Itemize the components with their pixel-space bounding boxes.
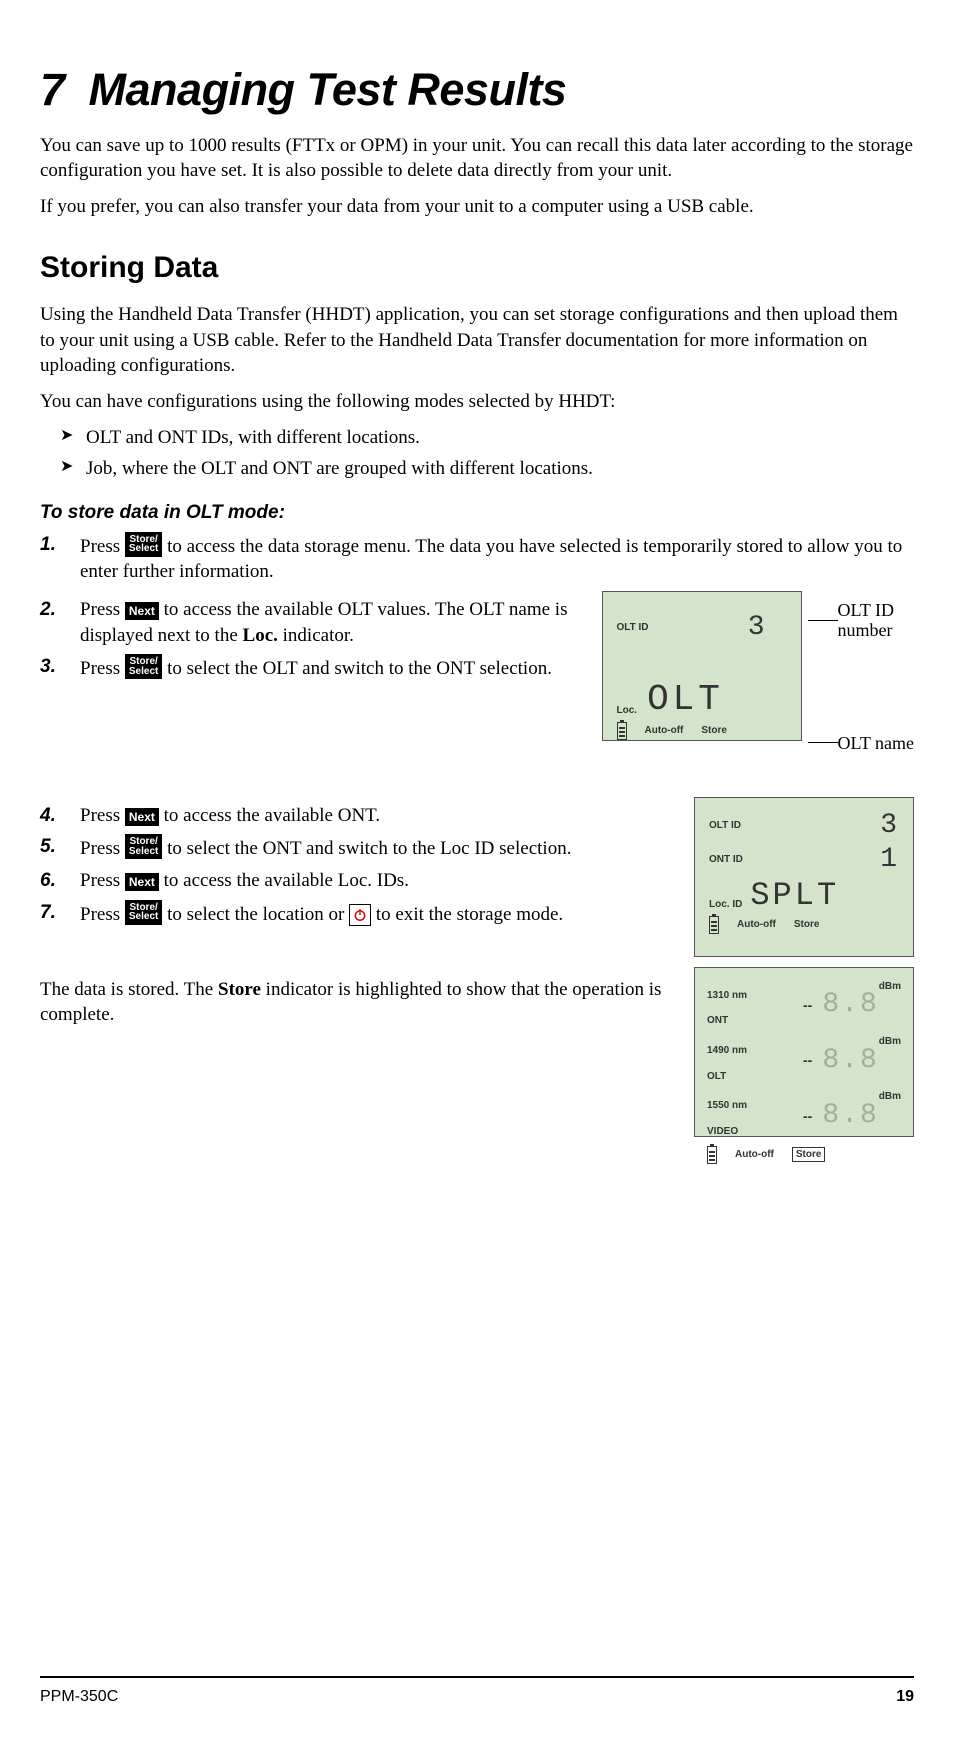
lcd-screen-3: 1310 nm ONT -- 8.8 dBm 1490 nm OLT -- 8.… [694,967,914,1137]
source: OLT [707,1071,726,1082]
battery-icon [707,1146,717,1164]
unit: dBm [879,1035,901,1049]
next-key: Next [125,602,159,620]
section-title: Storing Data [40,248,914,289]
display-value: 8.8 [822,1047,878,1075]
reading-dash: -- [803,1107,812,1126]
next-key: Next [125,808,159,826]
step-number: 7. [40,900,56,926]
next-key: Next [125,873,159,891]
wavelength: 1490 nm [707,1045,747,1056]
procedure-steps: 1. Press Store/Select to access the data… [40,532,914,957]
autooff-label: Auto-off [645,724,684,738]
display-value: 8.8 [822,1102,878,1130]
battery-icon [617,722,627,740]
procedure-title: To store data in OLT mode: [40,500,914,526]
chapter-title: 7 Managing Test Results [40,60,914,121]
callout-olt-name: OLT name [838,731,915,755]
store-label: Store [701,724,727,738]
olt-id-label: OLT ID [617,621,649,635]
step-text: Press Store/Select to select the ONT and… [80,838,571,859]
lcd-screen-2: OLT ID 3 ONT ID 1 Loc. ID SPLT Auto-off [694,797,914,957]
battery-icon [709,916,719,934]
mode-item: Job, where the OLT and ONT are grouped w… [60,456,914,482]
step-1: 1. Press Store/Select to access the data… [40,532,914,585]
step-text: Press Next to access the available ONT. [80,805,380,826]
intro-p1: You can save up to 1000 results (FTTx or… [40,133,914,184]
source: ONT [707,1015,728,1026]
lcd-screen-1: OLT ID 3 Loc. OLT Auto-off Store [602,591,802,741]
closing-paragraph: The data is stored. The Store indicator … [40,977,680,1028]
step-text: Press Store/Select to select the OLT and… [80,658,552,679]
chapter-number: 7 [40,64,65,115]
step-text: Press Next to access the available OLT v… [80,599,567,646]
store-select-key: Store/Select [125,654,162,679]
step-text: Press Store/Select to access the data st… [80,536,902,583]
wavelength: 1310 nm [707,990,747,1001]
spacer [40,761,914,791]
step-number: 2. [40,597,56,623]
step-number: 1. [40,532,56,558]
section-p1: Using the Handheld Data Transfer (HHDT) … [40,302,914,379]
page-footer: PPM-350C 19 [40,1676,914,1708]
olt-id-label: OLT ID [709,819,741,833]
wavelength: 1550 nm [707,1100,747,1111]
step-number: 5. [40,834,56,860]
section-p2: You can have configurations using the fo… [40,389,914,415]
ont-id-value: 1 [880,846,899,874]
store-select-key: Store/Select [125,834,162,859]
reading-dash: -- [803,1051,812,1070]
autooff-label: Auto-off [735,1148,774,1162]
unit: dBm [879,1090,901,1104]
loc-label: Loc. [617,704,638,718]
display-value: 8.8 [822,991,878,1019]
mode-item: OLT and ONT IDs, with different location… [60,425,914,451]
step-2-3-block: 2. Press Next to access the available OL… [40,591,914,755]
step-text: Press Store/Select to select the locatio… [80,904,563,925]
loc-id-label: Loc. ID [709,898,742,912]
step-number: 3. [40,654,56,680]
olt-id-value: 3 [880,812,899,840]
callout-olt-id: OLT ID number [838,601,908,641]
intro-p2: If you prefer, you can also transfer you… [40,194,914,220]
page-number: 19 [896,1686,914,1708]
step-text: Press Next to access the available Loc. … [80,870,409,891]
mode-list: OLT and ONT IDs, with different location… [40,425,914,482]
source: VIDEO [707,1126,738,1137]
ont-id-label: ONT ID [709,853,743,867]
olt-name-value: OLT [647,682,724,718]
step-number: 6. [40,868,56,894]
model-label: PPM-350C [40,1686,118,1708]
store-select-key: Store/Select [125,532,162,557]
step-number: 4. [40,803,56,829]
step-4-7-block: 4. Press Next to access the available ON… [40,797,914,957]
store-select-key: Store/Select [125,900,162,925]
unit: dBm [879,980,901,994]
store-label: Store [794,918,820,932]
olt-id-value: 3 [748,614,787,642]
loc-value: SPLT [750,880,839,912]
power-key [349,904,371,926]
store-indicator: Store [792,1147,826,1163]
autooff-label: Auto-off [737,918,776,932]
chapter-name: Managing Test Results [89,64,567,115]
reading-dash: -- [803,996,812,1015]
